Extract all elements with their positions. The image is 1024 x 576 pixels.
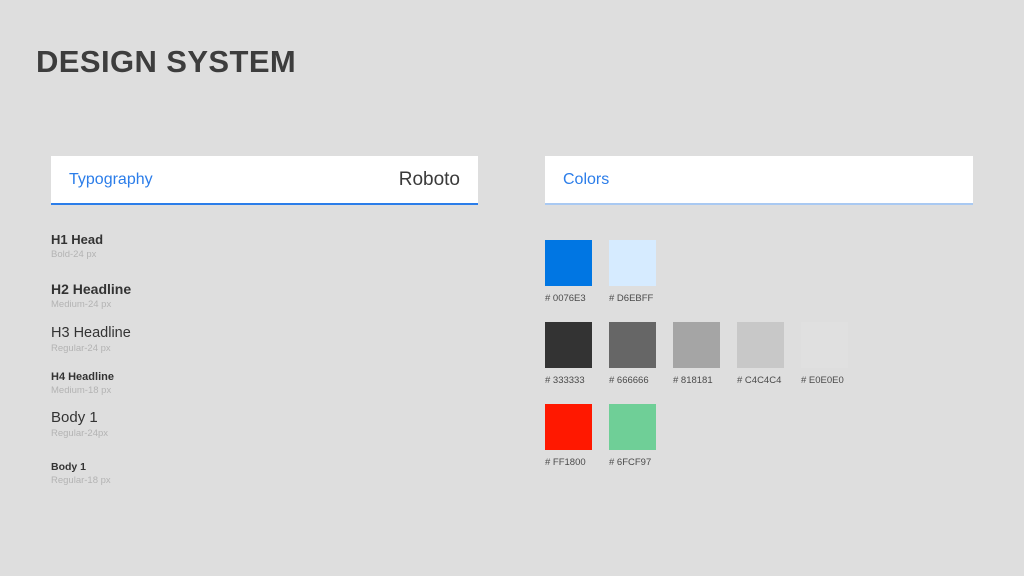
color-swatch-row-primary: # 0076E3 # D6EBFF [545,240,673,304]
type-sample-label: H4 Headline [51,371,114,383]
type-specimen-h2: H2 Headline Medium-24 px [51,281,131,310]
color-chip[interactable] [609,404,656,450]
color-hex-label: # D6EBFF [609,293,654,304]
color-chip[interactable] [545,404,592,450]
color-hex-label: # FF1800 [545,457,586,468]
color-hex-label: # C4C4C4 [737,375,782,386]
color-hex-label: # 333333 [545,375,585,386]
type-specimen-body-1-small: Body 1 Regular-18 px [51,461,111,486]
color-hex-label: # 818181 [673,375,713,386]
type-sample-label: Body 1 [51,461,87,473]
type-spec-label: Regular-24 px [51,343,111,354]
color-swatch[interactable]: # 818181 [673,322,737,386]
color-chip[interactable] [737,322,784,368]
color-chip[interactable] [545,322,592,368]
color-swatch[interactable]: # D6EBFF [609,240,673,304]
typography-card[interactable]: Typography Roboto [51,156,478,205]
color-chip[interactable] [609,240,656,286]
colors-card-inner: Colors [545,156,973,203]
type-spec-label: Regular-24px [51,428,109,439]
color-chip[interactable] [673,322,720,368]
typography-font-name: Roboto [398,168,460,190]
color-swatch[interactable]: # FF1800 [545,404,609,468]
type-specimen-h3: H3 Headline Regular-24 px [51,325,131,354]
type-spec-label: Bold-24 px [51,249,97,260]
type-specimen-body-1-large: Body 1 Regular-24px [51,409,108,439]
type-specimen-h4: H4 Headline Medium-18 px [51,371,114,396]
type-specimen-h1: H1 Head Bold-24 px [51,232,103,260]
type-spec-label: Medium-24 px [51,299,112,310]
type-sample-label: H2 Headline [51,281,132,297]
colors-card[interactable]: Colors [545,156,973,205]
type-sample-label: Body 1 [51,409,98,426]
color-swatch[interactable]: # 333333 [545,322,609,386]
color-swatch[interactable]: # 0076E3 [545,240,609,304]
typography-card-inner: Typography Roboto [51,156,478,203]
page-title: DESIGN SYSTEM [36,44,297,79]
color-hex-label: # 666666 [609,375,649,386]
typography-card-label: Typography [69,170,153,188]
type-spec-label: Medium-18 px [51,385,112,396]
type-sample-label: H3 Headline [51,325,131,341]
color-swatch-row-greys: # 333333 # 666666 # 818181 # C4C4C4 # E0… [545,322,865,386]
color-swatch[interactable]: # 6FCF97 [609,404,673,468]
color-hex-label: # 6FCF97 [609,457,652,468]
color-swatch-row-status: # FF1800 # 6FCF97 [545,404,673,468]
color-chip[interactable] [609,322,656,368]
color-hex-label: # E0E0E0 [801,375,844,386]
color-hex-label: # 0076E3 [545,293,586,304]
color-chip[interactable] [545,240,592,286]
type-sample-label: H1 Head [51,232,104,247]
color-swatch[interactable]: # 666666 [609,322,673,386]
color-chip[interactable] [801,322,848,368]
color-swatch[interactable]: # C4C4C4 [737,322,801,386]
type-spec-label: Regular-18 px [51,475,111,486]
color-swatch[interactable]: # E0E0E0 [801,322,865,386]
colors-card-label: Colors [563,170,610,188]
